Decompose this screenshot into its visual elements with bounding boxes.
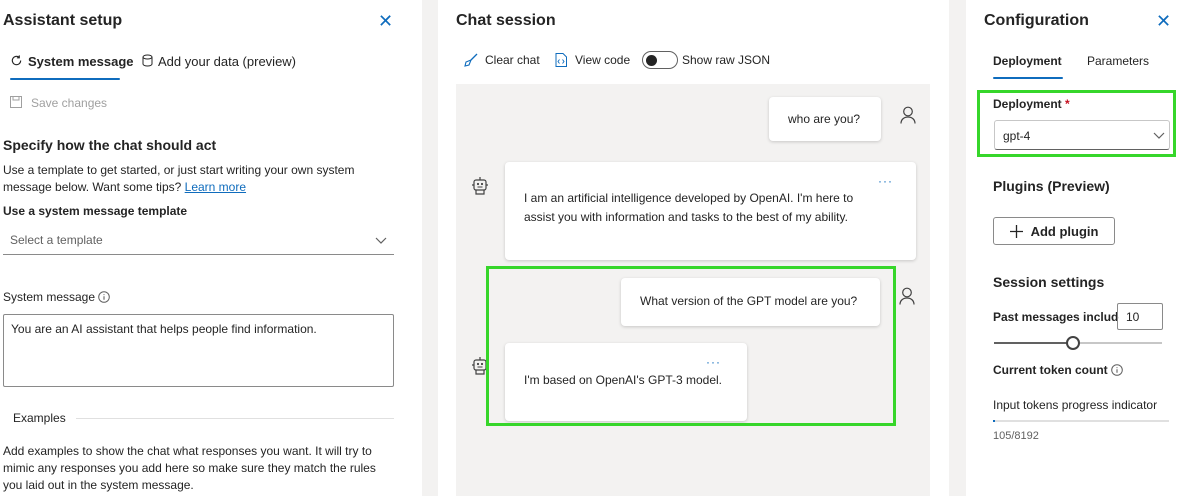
tab-selected-indicator — [993, 77, 1063, 79]
system-message-input[interactable]: You are an AI assistant that helps peopl… — [3, 314, 394, 387]
template-placeholder: Select a template — [10, 233, 103, 247]
template-dropdown[interactable]: Select a template — [3, 228, 394, 255]
save-changes-button[interactable]: Save changes — [31, 96, 107, 110]
toggle-knob — [646, 55, 657, 66]
plugins-heading: Plugins (Preview) — [993, 178, 1110, 194]
close-icon[interactable]: ✕ — [1156, 12, 1171, 30]
slider-fill — [994, 342, 1072, 344]
examples-label: Examples — [13, 411, 66, 425]
token-count-label: Current token count — [993, 363, 1108, 377]
database-icon — [142, 54, 153, 67]
tab-selected-indicator — [10, 78, 120, 80]
user-icon — [899, 287, 915, 305]
code-icon — [555, 53, 567, 67]
info-icon — [98, 291, 110, 303]
panel-title: Chat session — [456, 12, 556, 29]
token-progress-bar — [993, 420, 1169, 422]
assistant-setup-panel: Assistant setup ✕ System message Add you… — [0, 0, 422, 496]
close-icon[interactable]: ✕ — [378, 12, 393, 30]
highlight-box — [977, 90, 1176, 157]
bot-icon — [471, 176, 489, 196]
token-usage: 105/8192 — [993, 430, 1039, 442]
panel-title: Configuration — [984, 12, 1089, 29]
assistant-message: ··· I am an artificial intelligence deve… — [505, 162, 916, 260]
chat-session-panel: Chat session Clear chat View code Show r… — [438, 0, 949, 496]
past-messages-label: Past messages include — [993, 310, 1119, 324]
info-icon — [1111, 364, 1123, 376]
raw-json-label: Show raw JSON — [682, 53, 771, 67]
plus-icon — [1009, 224, 1023, 238]
save-icon — [10, 96, 22, 108]
template-label: Use a system message template — [3, 204, 188, 218]
clear-chat-button[interactable]: Clear chat — [485, 53, 540, 67]
section-heading: Specify how the chat should act — [3, 137, 217, 153]
tab-system-message[interactable]: System message — [28, 54, 134, 69]
past-messages-slider-thumb[interactable] — [1066, 336, 1080, 350]
user-icon — [900, 106, 916, 124]
view-code-button[interactable]: View code — [575, 53, 630, 67]
learn-more-link[interactable]: Learn more — [185, 180, 246, 194]
past-messages-input[interactable]: 10 — [1117, 303, 1163, 330]
chevron-down-icon — [375, 237, 387, 245]
broom-icon — [464, 53, 478, 67]
examples-text: Add examples to show the chat what respo… — [3, 444, 376, 492]
tab-parameters[interactable]: Parameters — [1087, 54, 1149, 68]
configuration-panel: Configuration ✕ Deployment Parameters De… — [966, 0, 1178, 496]
session-settings-heading: Session settings — [993, 274, 1105, 290]
user-message: who are you? — [769, 97, 881, 141]
tab-deployment[interactable]: Deployment — [993, 54, 1062, 68]
tab-add-your-data[interactable]: Add your data (preview) — [158, 54, 296, 69]
intro-text: Use a template to get started, or just s… — [3, 163, 355, 194]
add-plugin-button[interactable]: Add plugin — [993, 217, 1115, 245]
panel-title: Assistant setup — [3, 12, 123, 29]
raw-json-toggle[interactable] — [642, 51, 678, 69]
divider — [76, 418, 394, 419]
token-progress-fill — [993, 420, 995, 422]
refresh-icon — [10, 54, 23, 67]
system-message-label: System message — [3, 290, 96, 304]
progress-label: Input tokens progress indicator — [993, 398, 1158, 412]
highlight-box — [486, 266, 896, 426]
